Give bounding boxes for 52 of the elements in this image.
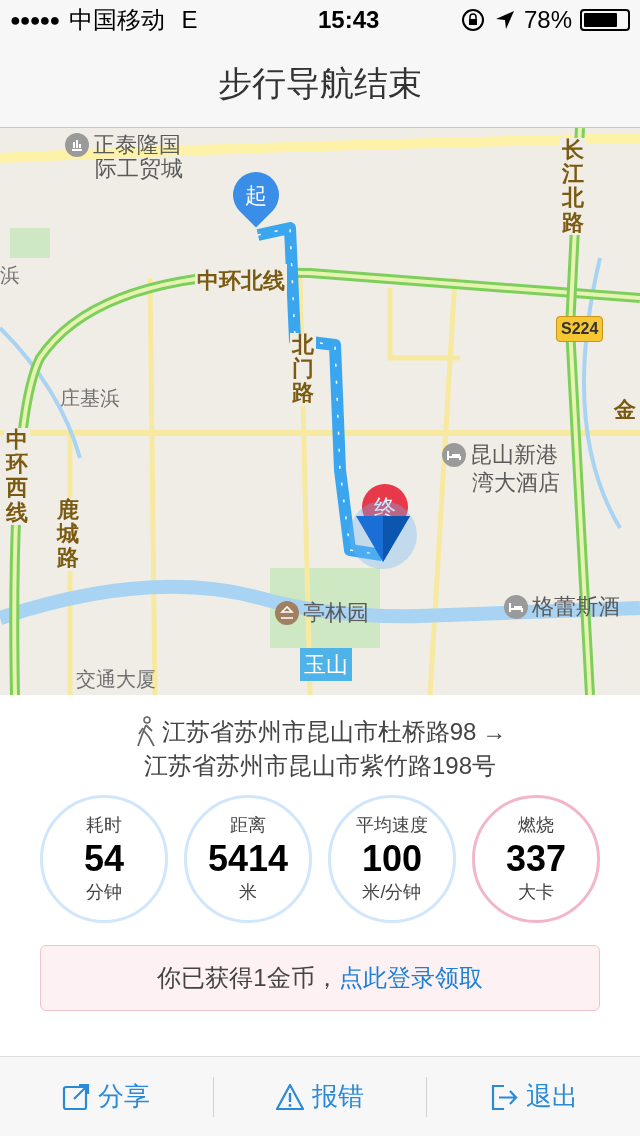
map-label: 鹿城路 — [55, 498, 82, 571]
map-label: 际工贸城 — [95, 155, 183, 183]
map-label: 交通大厦 — [76, 667, 156, 692]
carrier-name: 中国移动 — [69, 5, 166, 35]
stat-unit: 米 — [239, 881, 257, 904]
route-arrow: → — [482, 717, 507, 747]
stat-unit: 大卡 — [518, 881, 554, 904]
warning-icon — [276, 1082, 304, 1111]
end-marker-text: 终 — [374, 493, 396, 522]
network-type: E — [181, 5, 198, 35]
map-label: 亭林园 — [303, 599, 369, 627]
login-link[interactable]: 点此登录领取 — [338, 964, 483, 991]
toolbar-button[interactable]: 退出 — [427, 1057, 640, 1136]
stat-label: 距离 — [230, 814, 266, 837]
stat-value: 100 — [361, 839, 423, 879]
share-icon — [62, 1082, 91, 1111]
map-label: 正泰隆国 — [93, 131, 181, 157]
stat-unit: 分钟 — [86, 881, 122, 904]
stat-label: 燃烧 — [518, 814, 554, 837]
status-time: 15:43 — [317, 5, 380, 35]
route-destination: 江苏省苏州市昆山市紫竹路198号 — [143, 751, 496, 781]
stat-value: 5414 — [207, 839, 289, 879]
rotation-lock-icon — [459, 7, 486, 33]
start-marker-text: 起 — [245, 181, 267, 210]
stat-unit: 米/分钟 — [362, 881, 422, 904]
stat-value: 337 — [505, 839, 567, 879]
map-label: 湾大酒店 — [472, 469, 560, 497]
toolbar-button[interactable]: 报错 — [213, 1057, 427, 1136]
battery-percent: 78% — [523, 5, 572, 35]
signal-strength: ●●●●● — [10, 8, 60, 32]
map-label: 玉山 — [300, 648, 352, 681]
stat-label: 平均速度 — [356, 814, 428, 837]
reward-message: 你已获得1金币，点此登录领取 — [157, 963, 483, 993]
park-icon — [275, 600, 299, 625]
stat-label: 耗时 — [86, 814, 122, 837]
toolbar-button[interactable]: 分享 — [0, 1057, 213, 1136]
map-label: 北门路 — [290, 333, 317, 406]
exit-icon — [489, 1082, 518, 1111]
map-label: 浜 — [0, 263, 20, 288]
map-label: S224 — [556, 316, 604, 342]
route-origin: 江苏省苏州市昆山市杜桥路98 — [161, 717, 477, 747]
page-title: 步行导航结束 — [218, 63, 422, 104]
map-label: 昆山新港 — [470, 441, 558, 469]
battery-icon — [580, 9, 630, 31]
building-icon — [65, 132, 89, 157]
map-label: 中环北线 — [195, 264, 287, 297]
bed-icon — [442, 442, 466, 467]
stat-value: 54 — [83, 839, 124, 879]
bed-icon — [504, 594, 528, 619]
map-label: 庄基浜 — [60, 386, 120, 411]
map-label: 中环西线 — [4, 428, 31, 525]
map-label: 长江北路 — [560, 138, 587, 235]
